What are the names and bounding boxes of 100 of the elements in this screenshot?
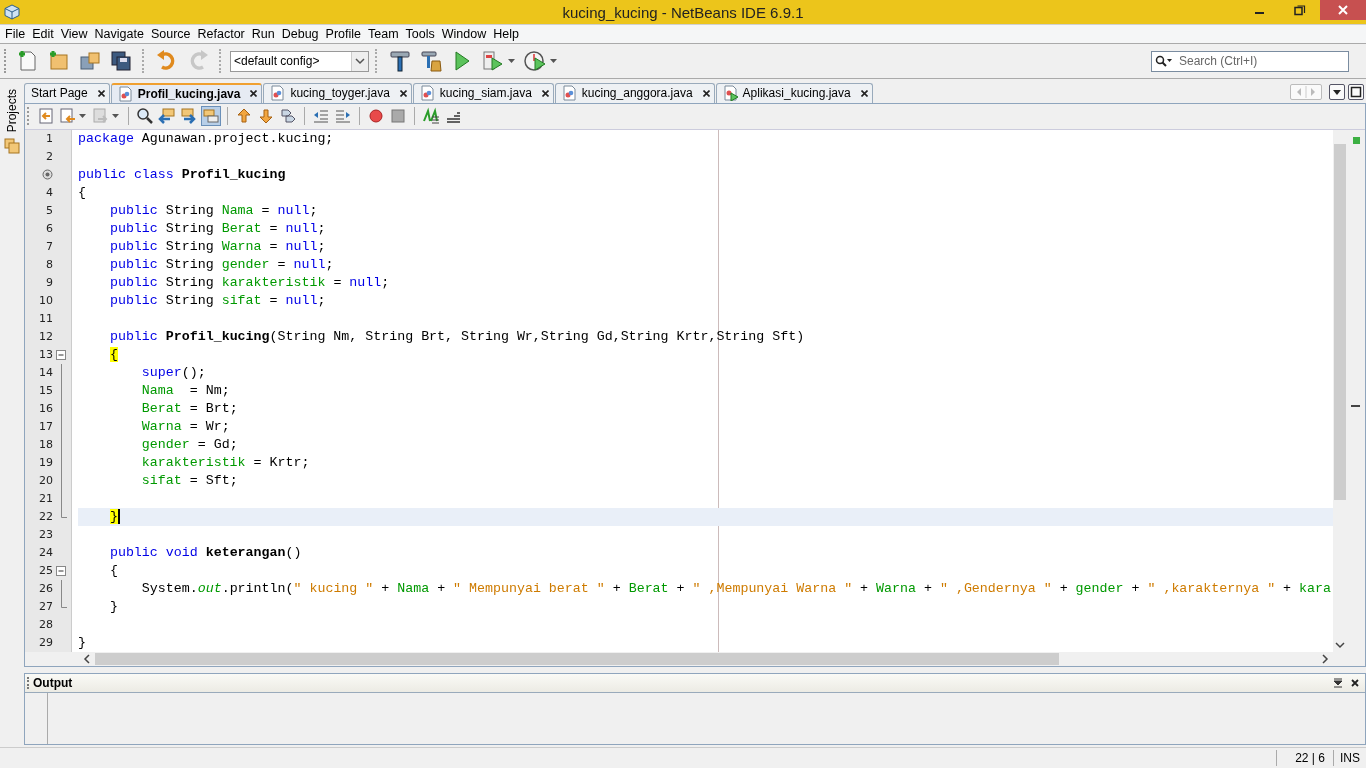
menu-item[interactable]: View — [57, 27, 92, 41]
code-line: public void keterangan() — [108, 545, 302, 561]
collapse-icon[interactable] — [56, 349, 66, 360]
windows-icon[interactable] — [4, 138, 20, 155]
chevron-down-icon[interactable] — [1335, 640, 1345, 649]
code-line: public class Profil_kucing — [78, 167, 286, 183]
close-icon[interactable] — [860, 89, 868, 97]
code-line: public String sifat = null; — [108, 293, 326, 309]
close-icon[interactable] — [702, 89, 710, 97]
line-number: 12 — [38, 330, 53, 344]
menu-item[interactable]: Tools — [402, 27, 439, 41]
close-icon[interactable] — [97, 89, 105, 97]
chevron-left-icon[interactable] — [83, 653, 91, 664]
caret-icon[interactable] — [550, 58, 557, 64]
line-number: 28 — [38, 618, 53, 632]
search-field[interactable]: Search (Ctrl+I) — [1151, 50, 1349, 72]
config-dropdown[interactable]: <default config> — [230, 50, 369, 72]
hammer-icon[interactable] — [387, 49, 412, 73]
vertical-scrollbar[interactable] — [1333, 129, 1347, 652]
editor-tab[interactable]: kucing_toyger.java — [263, 82, 412, 103]
maximize-icon[interactable] — [1350, 86, 1362, 99]
close-icon[interactable] — [541, 89, 549, 97]
menu-item[interactable]: Debug — [278, 27, 323, 41]
line-number: 10 — [38, 294, 53, 308]
close-icon[interactable] — [399, 89, 407, 97]
line-number: 1 — [45, 132, 53, 146]
menu-item[interactable]: Edit — [29, 27, 58, 41]
code-line: karakteristik = Krtr; — [140, 455, 310, 471]
hammer-broom-icon[interactable] — [418, 49, 443, 73]
caret-icon[interactable] — [79, 113, 86, 119]
fold-guide-line — [60, 579, 62, 598]
save-icon[interactable] — [108, 49, 133, 73]
code-line: public Profil_kucing(String Nm, String Brt, String Wr,String Gd,String Krtr,String Sft) — [108, 329, 805, 345]
arrow-up-icon[interactable] — [235, 107, 253, 126]
shift-left-icon[interactable] — [312, 107, 330, 126]
horizontal-scrollbar[interactable] — [25, 651, 1365, 666]
line-number: 6 — [45, 222, 53, 236]
line-number: 27 — [38, 600, 53, 614]
minimize-icon[interactable] — [1333, 677, 1343, 688]
menu-item[interactable]: Help — [490, 27, 523, 41]
line-number: 8 — [45, 258, 53, 272]
menu-item[interactable]: Run — [248, 27, 279, 41]
shift-right-icon[interactable] — [334, 107, 352, 126]
menu-item[interactable]: Navigate — [91, 27, 148, 41]
find-next-icon[interactable] — [180, 107, 198, 126]
status-ok-icon — [1352, 136, 1360, 144]
comment-icon[interactable] — [422, 107, 440, 126]
line-number: 25 — [38, 564, 53, 578]
stopwatch-icon[interactable] — [522, 49, 547, 73]
find-previous-icon[interactable] — [158, 107, 176, 126]
search-icon[interactable] — [136, 107, 154, 126]
line-number: 11 — [38, 312, 53, 326]
arrow-down-icon[interactable] — [257, 107, 275, 126]
close-icon[interactable] — [250, 90, 258, 98]
chevron-right-icon[interactable] — [1321, 653, 1329, 664]
highlight-icon[interactable] — [202, 107, 220, 126]
code-line: public String gender = null; — [108, 257, 334, 273]
side-tab[interactable]: Projects — [5, 87, 19, 135]
search-icon[interactable] — [1155, 54, 1173, 67]
record-icon[interactable] — [367, 107, 385, 126]
debug-icon[interactable] — [480, 49, 505, 73]
menu-item[interactable]: Team — [365, 27, 403, 41]
collapse-icon[interactable] — [56, 565, 66, 576]
line-number: 17 — [38, 420, 53, 434]
class-marker-icon[interactable] — [42, 169, 53, 181]
menu-item[interactable]: Profile — [322, 27, 365, 41]
stop-icon[interactable] — [389, 107, 407, 126]
folder-icon[interactable] — [77, 49, 102, 73]
editor-tab[interactable]: Aplikasi_kucing.java — [715, 82, 873, 103]
menu-item[interactable]: File — [2, 27, 30, 41]
editor-tab[interactable]: Start Page — [24, 82, 110, 103]
code-line: } — [78, 635, 86, 651]
code-line: } — [108, 599, 118, 615]
last-edit-icon[interactable] — [37, 107, 55, 126]
line-number: 14 — [38, 366, 53, 380]
code-line: System.out.println(" kucing " + Nama + " Mempunyai berat " + Berat + " ,Mempunyai Warna " + Warna + " ,Gendernya " + gender + " ,karakternya " + kara — [140, 581, 1331, 597]
code-line: public String Warna = null; — [108, 239, 326, 255]
line-number: 7 — [45, 240, 53, 254]
file-icon — [561, 85, 578, 102]
code-line: { — [78, 185, 86, 201]
editor-tab[interactable]: Profil_kucing.java — [110, 82, 263, 103]
close-icon[interactable] — [1351, 678, 1359, 687]
bookmark-icon[interactable] — [279, 107, 297, 126]
caret-icon[interactable] — [112, 113, 119, 119]
file-icon — [722, 85, 739, 102]
text-cursor — [117, 509, 120, 525]
code-line: package Agunawan.project.kucing; — [78, 131, 334, 147]
line-mark-icon — [1351, 404, 1360, 407]
line-number: 9 — [45, 276, 53, 290]
line-number: 22 — [38, 510, 53, 524]
menu-item[interactable]: Refactor — [194, 27, 249, 41]
editor-tab[interactable]: kucing_siam.java — [412, 82, 554, 103]
line-number: 23 — [38, 528, 53, 542]
menu-item[interactable]: Source — [147, 27, 195, 41]
line-number: 16 — [38, 402, 53, 416]
editor-tab[interactable]: kucing_anggora.java — [554, 82, 715, 103]
caret-icon[interactable] — [508, 58, 515, 64]
line-number: 20 — [38, 474, 53, 488]
restore-icon[interactable] — [1294, 4, 1306, 16]
menu-item[interactable]: Window — [438, 27, 491, 41]
